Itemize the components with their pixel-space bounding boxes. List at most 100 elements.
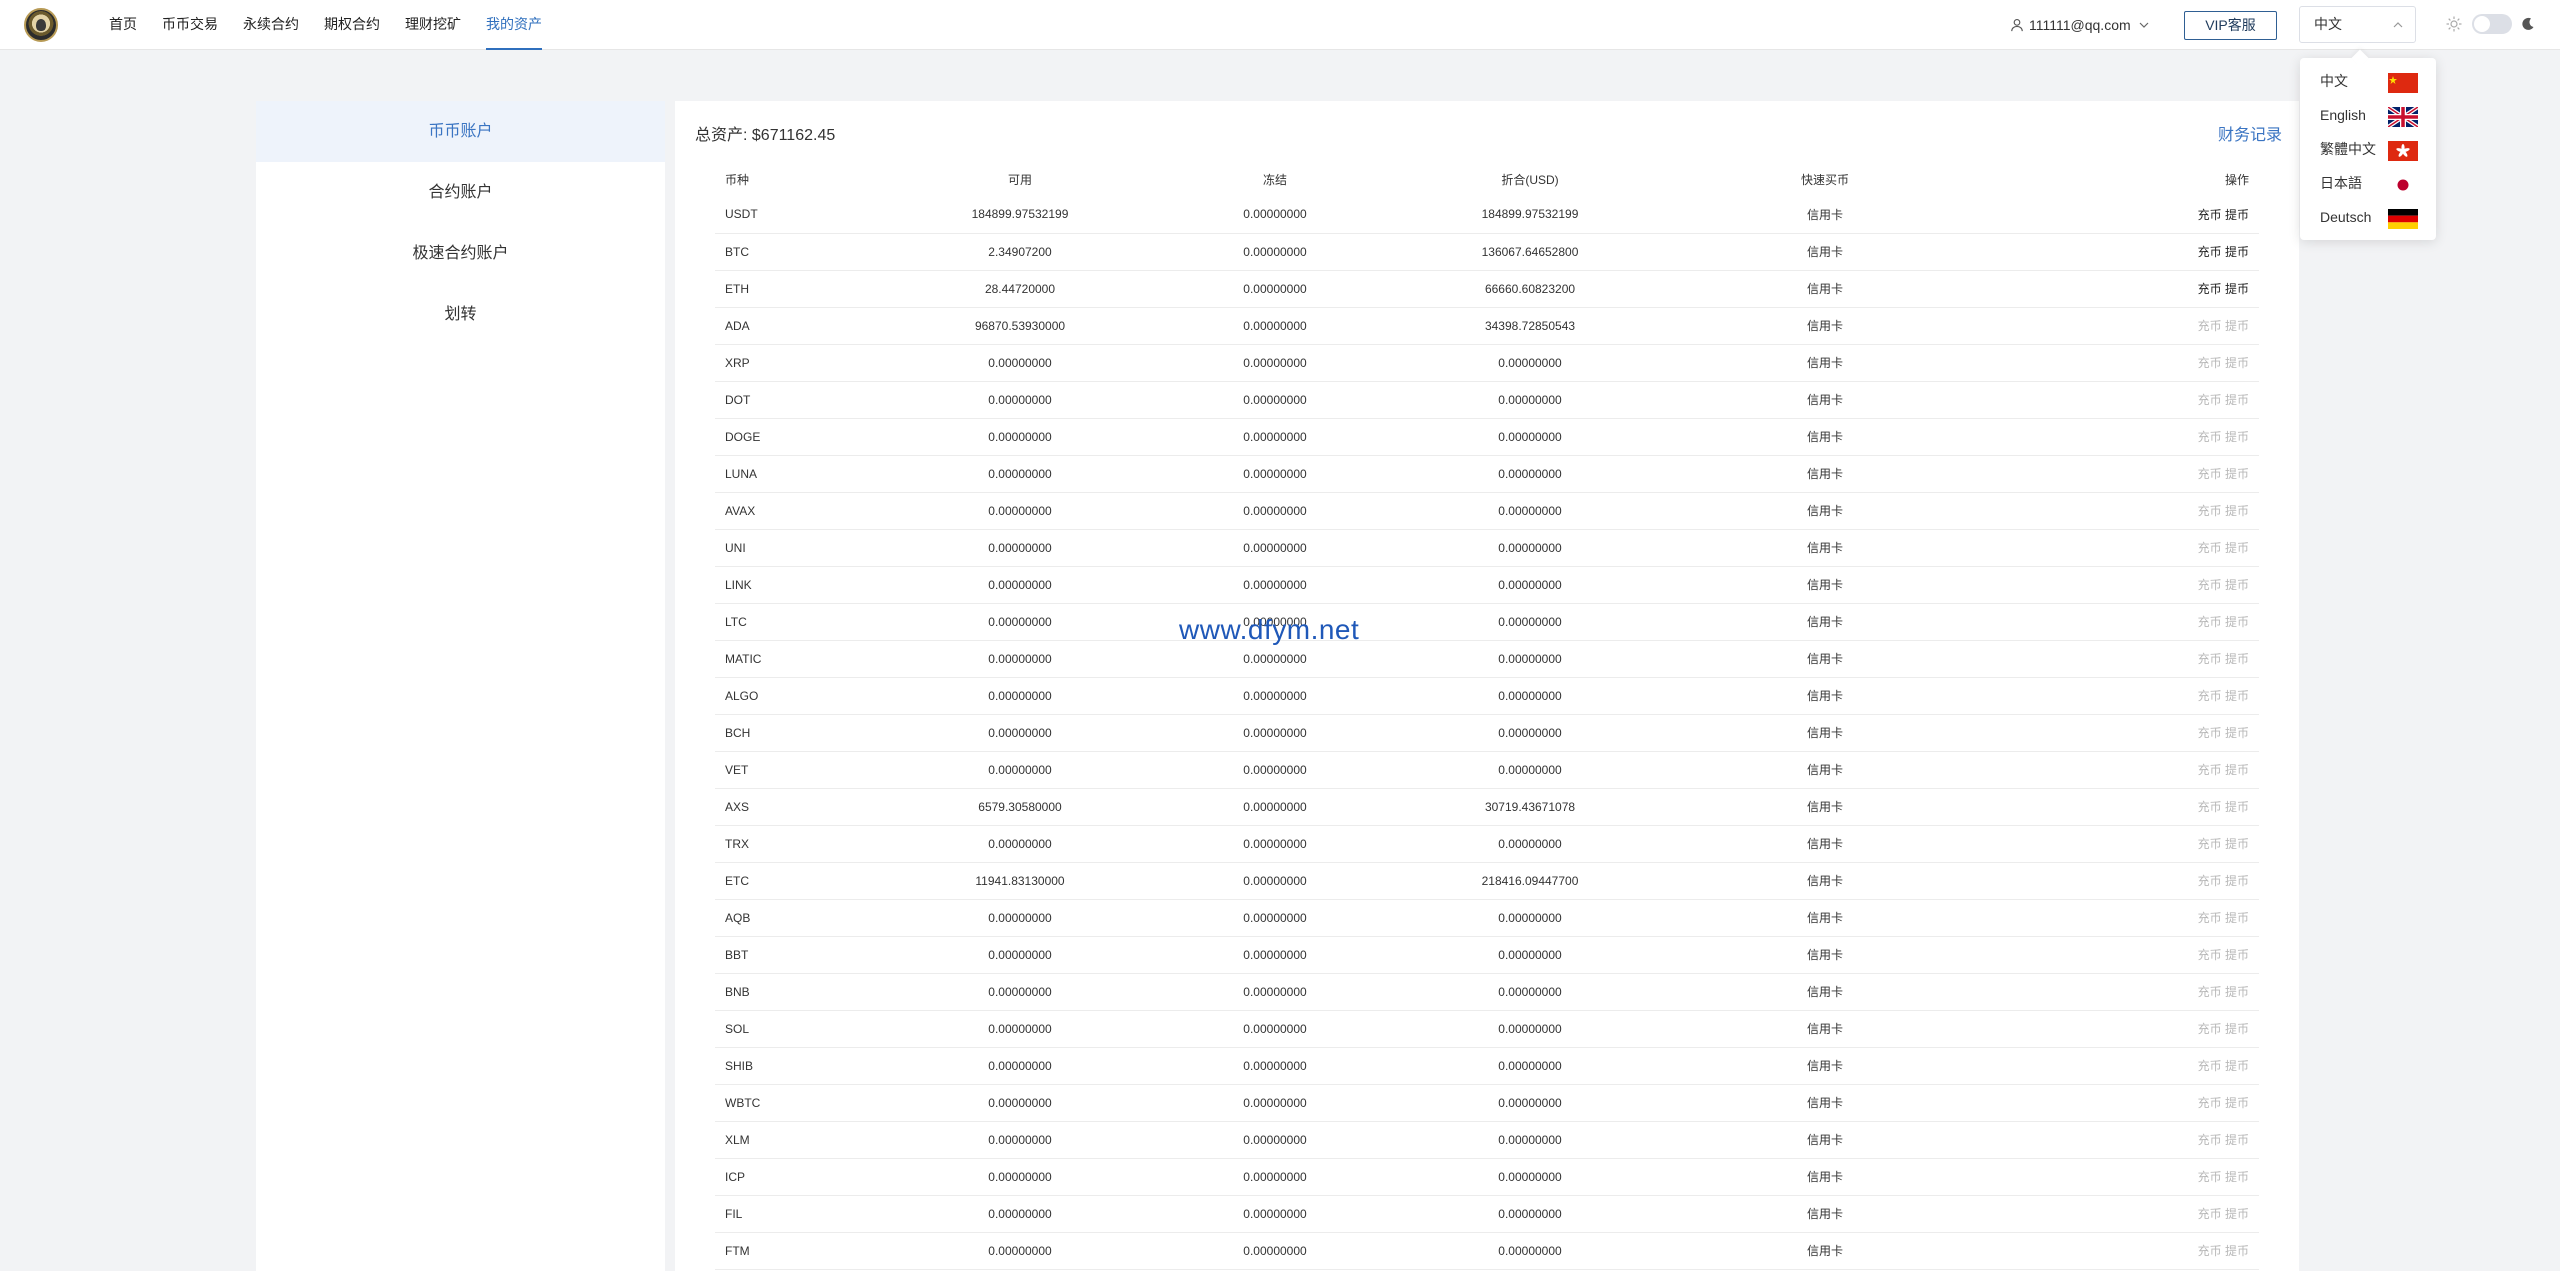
deposit-button[interactable]: 充币 [2198,578,2222,592]
withdraw-button[interactable]: 提币 [2225,282,2249,296]
fast-buy-cell[interactable]: 信用卡 [1615,492,2035,530]
deposit-button[interactable]: 充币 [2198,800,2222,814]
deposit-button[interactable]: 充币 [2198,689,2222,703]
withdraw-button[interactable]: 提币 [2225,837,2249,851]
nav-item-home[interactable]: 首页 [109,0,137,50]
language-option-japan[interactable]: 日本語 [2300,166,2436,200]
nav-item-options-contract[interactable]: 期权合约 [324,0,380,50]
withdraw-button[interactable]: 提币 [2225,1244,2249,1258]
fast-buy-cell[interactable]: 信用卡 [1615,418,2035,456]
fast-buy-cell[interactable]: 信用卡 [1615,1158,2035,1196]
sidebar-item-transfer[interactable]: 划转 [256,284,665,345]
fast-buy-cell[interactable]: 信用卡 [1615,233,2035,271]
deposit-button[interactable]: 充币 [2198,393,2222,407]
fast-buy-cell[interactable]: 信用卡 [1615,677,2035,715]
withdraw-button[interactable]: 提币 [2225,726,2249,740]
nav-item-perpetual-contract[interactable]: 永续合约 [243,0,299,50]
deposit-button[interactable]: 充币 [2198,837,2222,851]
language-option-uk[interactable]: English [2300,98,2436,132]
deposit-button[interactable]: 充币 [2198,430,2222,444]
withdraw-button[interactable]: 提币 [2225,208,2249,222]
fast-buy-cell[interactable]: 信用卡 [1615,788,2035,826]
deposit-button[interactable]: 充币 [2198,1244,2222,1258]
fast-buy-cell[interactable]: 信用卡 [1615,1010,2035,1048]
withdraw-button[interactable]: 提币 [2225,985,2249,999]
withdraw-button[interactable]: 提币 [2225,911,2249,925]
withdraw-button[interactable]: 提币 [2225,356,2249,370]
fast-buy-cell[interactable]: 信用卡 [1615,936,2035,974]
withdraw-button[interactable]: 提币 [2225,467,2249,481]
deposit-button[interactable]: 充币 [2198,615,2222,629]
withdraw-button[interactable]: 提币 [2225,763,2249,777]
fast-buy-cell[interactable]: 信用卡 [1615,455,2035,493]
withdraw-button[interactable]: 提币 [2225,578,2249,592]
withdraw-button[interactable]: 提币 [2225,541,2249,555]
fast-buy-cell[interactable]: 信用卡 [1615,973,2035,1011]
withdraw-button[interactable]: 提币 [2225,1170,2249,1184]
deposit-button[interactable]: 充币 [2198,1059,2222,1073]
deposit-button[interactable]: 充币 [2198,504,2222,518]
financial-records-link[interactable]: 财务记录 [2218,121,2282,145]
withdraw-button[interactable]: 提币 [2225,689,2249,703]
fast-buy-cell[interactable]: 信用卡 [1615,825,2035,863]
fast-buy-cell[interactable]: 信用卡 [1615,1195,2035,1233]
deposit-button[interactable]: 充币 [2198,911,2222,925]
deposit-button[interactable]: 充币 [2198,467,2222,481]
withdraw-button[interactable]: 提币 [2225,1096,2249,1110]
vip-support-button[interactable]: VIP客服 [2184,11,2277,40]
deposit-button[interactable]: 充币 [2198,763,2222,777]
withdraw-button[interactable]: 提币 [2225,245,2249,259]
sidebar-item-fast-contract-account[interactable]: 极速合约账户 [256,223,665,284]
withdraw-button[interactable]: 提币 [2225,1022,2249,1036]
nav-item-wealth-mining[interactable]: 理财挖矿 [405,0,461,50]
deposit-button[interactable]: 充币 [2198,1207,2222,1221]
deposit-button[interactable]: 充币 [2198,208,2222,222]
deposit-button[interactable]: 充币 [2198,652,2222,666]
withdraw-button[interactable]: 提币 [2225,800,2249,814]
withdraw-button[interactable]: 提币 [2225,430,2249,444]
fast-buy-cell[interactable]: 信用卡 [1615,1121,2035,1159]
fast-buy-cell[interactable]: 信用卡 [1615,307,2035,345]
withdraw-button[interactable]: 提币 [2225,1133,2249,1147]
language-select[interactable]: 中文 [2299,6,2416,43]
withdraw-button[interactable]: 提币 [2225,1059,2249,1073]
fast-buy-cell[interactable]: 信用卡 [1615,566,2035,604]
fast-buy-cell[interactable]: 信用卡 [1615,640,2035,678]
withdraw-button[interactable]: 提币 [2225,874,2249,888]
deposit-button[interactable]: 充币 [2198,1096,2222,1110]
deposit-button[interactable]: 充币 [2198,726,2222,740]
deposit-button[interactable]: 充币 [2198,245,2222,259]
language-option-hong-kong[interactable]: 繁體中文 [2300,132,2436,166]
fast-buy-cell[interactable]: 信用卡 [1615,196,2035,234]
deposit-button[interactable]: 充币 [2198,1170,2222,1184]
fast-buy-cell[interactable]: 信用卡 [1615,1047,2035,1085]
fast-buy-cell[interactable]: 信用卡 [1615,862,2035,900]
withdraw-button[interactable]: 提币 [2225,504,2249,518]
deposit-button[interactable]: 充币 [2198,985,2222,999]
deposit-button[interactable]: 充币 [2198,948,2222,962]
fast-buy-cell[interactable]: 信用卡 [1615,270,2035,308]
deposit-button[interactable]: 充币 [2198,356,2222,370]
language-option-germany[interactable]: Deutsch [2300,200,2436,234]
fast-buy-cell[interactable]: 信用卡 [1615,751,2035,789]
fast-buy-cell[interactable]: 信用卡 [1615,381,2035,419]
fast-buy-cell[interactable]: 信用卡 [1615,344,2035,382]
site-logo[interactable] [24,8,58,42]
withdraw-button[interactable]: 提币 [2225,393,2249,407]
fast-buy-cell[interactable]: 信用卡 [1615,1232,2035,1270]
deposit-button[interactable]: 充币 [2198,541,2222,555]
nav-item-my-assets[interactable]: 我的资产 [486,0,542,50]
deposit-button[interactable]: 充币 [2198,1022,2222,1036]
withdraw-button[interactable]: 提币 [2225,948,2249,962]
deposit-button[interactable]: 充币 [2198,319,2222,333]
sidebar-item-contract-account[interactable]: 合约账户 [256,162,665,223]
fast-buy-cell[interactable]: 信用卡 [1615,529,2035,567]
language-option-china[interactable]: 中文 [2300,64,2436,98]
withdraw-button[interactable]: 提币 [2225,319,2249,333]
theme-toggle[interactable] [2472,14,2512,34]
sidebar-item-spot-account[interactable]: 币币账户 [256,101,665,162]
fast-buy-cell[interactable]: 信用卡 [1615,714,2035,752]
withdraw-button[interactable]: 提币 [2225,1207,2249,1221]
deposit-button[interactable]: 充币 [2198,874,2222,888]
deposit-button[interactable]: 充币 [2198,1133,2222,1147]
